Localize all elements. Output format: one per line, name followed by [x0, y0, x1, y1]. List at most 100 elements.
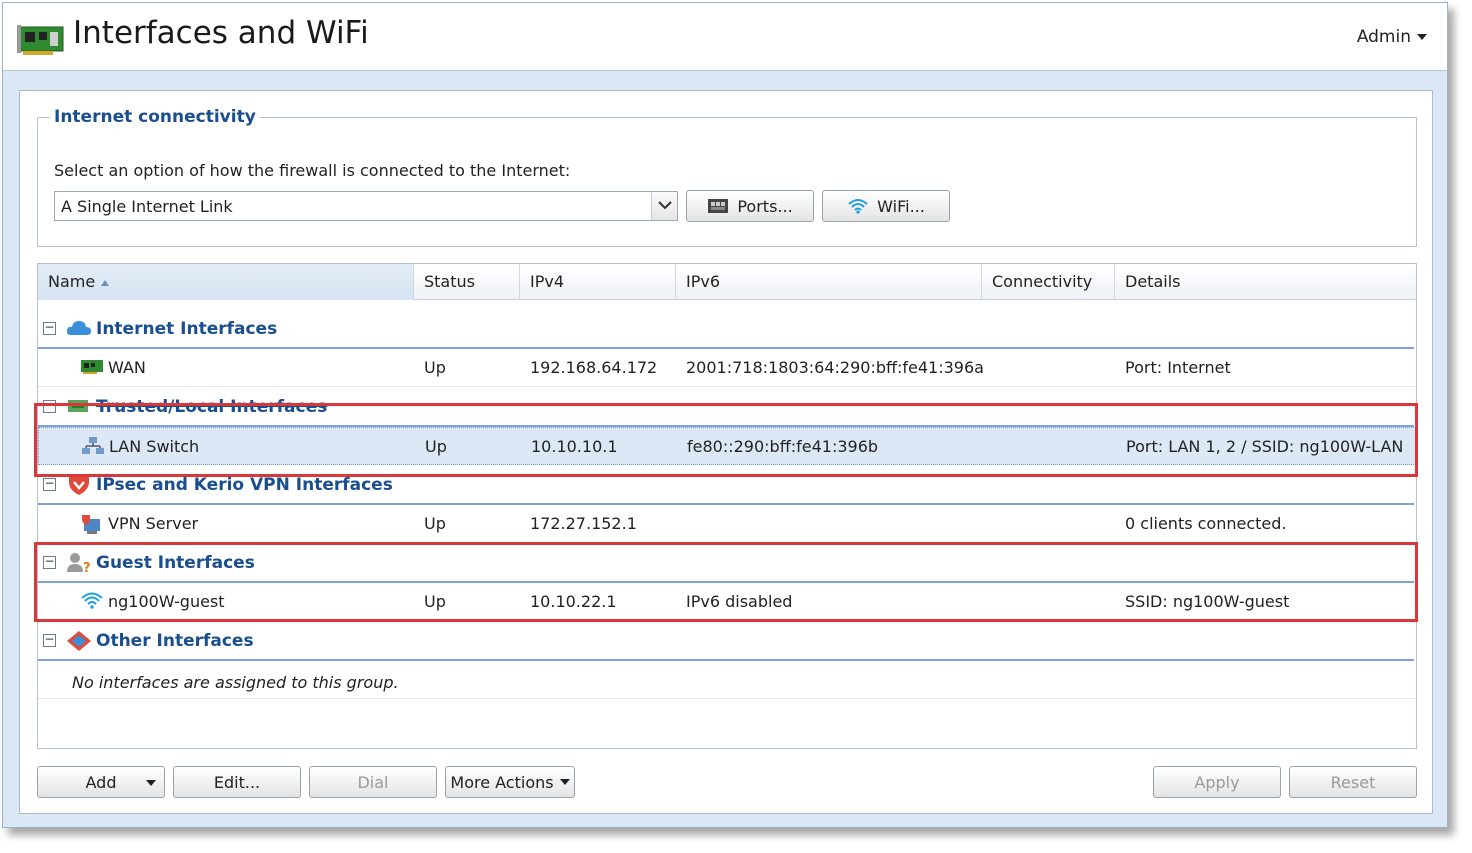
table-row[interactable]: LAN Switch Up 10.10.10.1 fe80::290:bff:f… [38, 427, 1416, 465]
interface-status: Up [424, 592, 446, 611]
cloud-icon [66, 321, 91, 335]
column-header-name[interactable]: Name [38, 264, 414, 300]
apply-button-label: Apply [1194, 772, 1240, 792]
interface-details: SSID: ng100W-guest [1125, 592, 1290, 611]
wifi-icon [81, 592, 103, 609]
interface-details: Port: LAN 1, 2 / SSID: ng100W-LAN [1126, 437, 1404, 456]
network-card-icon [17, 25, 64, 55]
column-header-details[interactable]: Details [1115, 264, 1416, 300]
group-guest-interfaces[interactable]: − ? Guest Interfaces [38, 543, 1416, 583]
interface-ipv6: 2001:718:1803:64:290:bff:fe41:396a [686, 358, 984, 377]
vpn-server-icon [82, 515, 100, 534]
reset-button-label: Reset [1330, 772, 1376, 792]
interface-ipv4: 192.168.64.172 [530, 358, 658, 377]
connectivity-mode-select[interactable]: A Single Internet Link [54, 191, 678, 221]
ports-button-label: Ports... [737, 196, 793, 216]
interface-details: 0 clients connected. [1125, 514, 1287, 533]
group-trusted-local-interfaces[interactable]: − Trusted/Local Interfaces [38, 387, 1416, 427]
column-details-label: Details [1125, 272, 1181, 291]
page-title: Interfaces and WiFi [73, 15, 369, 51]
group-other-interfaces[interactable]: − Other Interfaces [38, 621, 1416, 661]
reset-button[interactable]: Reset [1289, 766, 1417, 798]
collapse-icon[interactable]: − [43, 321, 56, 335]
vpn-shield-icon [69, 476, 89, 495]
group-vpn-interfaces[interactable]: − IPsec and Kerio VPN Interfaces [38, 465, 1416, 505]
more-actions-label: More Actions [450, 772, 554, 792]
column-status-label: Status [424, 272, 475, 291]
interface-status: Up [424, 514, 446, 533]
table-row[interactable]: VPN Server Up 172.27.152.1 0 clients con… [38, 505, 1416, 543]
column-connectivity-label: Connectivity [992, 272, 1093, 291]
network-card-icon [81, 360, 103, 374]
wifi-button[interactable]: WiFi... [822, 190, 950, 222]
collapse-icon[interactable]: − [43, 399, 56, 413]
interface-ipv6: IPv6 disabled [686, 592, 793, 611]
collapse-icon[interactable]: − [43, 633, 56, 647]
interface-name: LAN Switch [109, 437, 200, 456]
collapse-icon[interactable]: − [43, 477, 56, 491]
add-button[interactable]: Add [37, 766, 165, 798]
interfaces-window: Interfaces and WiFi Admin Internet conne… [2, 2, 1448, 828]
chevron-down-icon [658, 201, 672, 210]
sort-ascending-icon [101, 279, 110, 286]
column-header-ipv4[interactable]: IPv4 [520, 264, 676, 300]
switch-icon [82, 437, 104, 454]
column-name-label: Name [48, 272, 96, 291]
main-panel: Internet connectivity Select an option o… [19, 90, 1433, 814]
empty-group-message: No interfaces are assigned to this group… [72, 673, 399, 692]
column-header-status[interactable]: Status [414, 264, 520, 300]
admin-user-label: Admin [1356, 27, 1411, 47]
page-header: Interfaces and WiFi Admin [3, 3, 1447, 71]
interface-name: VPN Server [108, 514, 199, 533]
more-actions-button[interactable]: More Actions [445, 766, 575, 798]
interfaces-grid: Name Status IPv4 IPv6 Connectivity Detai… [37, 263, 1417, 749]
dropdown-arrow[interactable] [651, 192, 677, 220]
group-internet-interfaces[interactable]: − Internet Interfaces [38, 309, 1416, 349]
connectivity-prompt: Select an option of how the firewall is … [54, 161, 571, 180]
chevron-down-icon[interactable] [146, 780, 156, 786]
ports-button[interactable]: Ports... [686, 190, 814, 222]
column-header-connectivity[interactable]: Connectivity [982, 264, 1115, 300]
connectivity-mode-value: A Single Internet Link [61, 197, 233, 216]
wifi-icon [847, 198, 869, 214]
column-ipv6-label: IPv6 [686, 272, 721, 291]
group-title: Internet Interfaces [96, 319, 278, 339]
other-interfaces-icon [67, 631, 91, 651]
interface-ipv4: 10.10.22.1 [530, 592, 617, 611]
group-title: Guest Interfaces [96, 553, 255, 573]
group-title: Trusted/Local Interfaces [96, 397, 328, 417]
column-ipv4-label: IPv4 [530, 272, 565, 291]
interface-ipv4: 10.10.10.1 [531, 437, 618, 456]
internet-connectivity-section: Internet connectivity Select an option o… [37, 107, 1417, 247]
edit-button[interactable]: Edit... [173, 766, 301, 798]
apply-button[interactable]: Apply [1153, 766, 1281, 798]
collapse-icon[interactable]: − [43, 555, 56, 569]
interface-details: Port: Internet [1125, 358, 1231, 377]
dial-button-label: Dial [357, 772, 389, 792]
table-row[interactable]: WAN Up 192.168.64.172 2001:718:1803:64:2… [38, 349, 1416, 387]
empty-group-row: No interfaces are assigned to this group… [38, 661, 1416, 699]
chevron-down-icon [1417, 34, 1427, 40]
add-button-label: Add [85, 772, 117, 792]
interface-status: Up [425, 437, 447, 456]
dial-button[interactable]: Dial [309, 766, 437, 798]
interface-ipv4: 172.27.152.1 [530, 514, 637, 533]
table-row[interactable]: ng100W-guest Up 10.10.22.1 IPv6 disabled… [38, 583, 1416, 621]
grid-header: Name Status IPv4 IPv6 Connectivity Detai… [38, 264, 1416, 300]
group-title: IPsec and Kerio VPN Interfaces [96, 475, 393, 495]
ports-icon [707, 198, 729, 214]
guest-user-icon: ? [67, 553, 91, 574]
internet-connectivity-legend: Internet connectivity [54, 107, 256, 127]
interface-name: ng100W-guest [108, 592, 225, 611]
trusted-network-icon [68, 400, 88, 412]
interface-name: WAN [108, 358, 146, 377]
chevron-down-icon [559, 779, 570, 785]
wifi-button-label: WiFi... [877, 196, 925, 216]
svg-text:?: ? [83, 561, 91, 574]
column-header-ipv6[interactable]: IPv6 [676, 264, 982, 300]
interface-ipv6: fe80::290:bff:fe41:396b [687, 437, 879, 456]
interface-status: Up [424, 358, 446, 377]
group-title: Other Interfaces [96, 631, 254, 651]
admin-user-menu[interactable]: Admin [1357, 27, 1427, 47]
edit-button-label: Edit... [213, 772, 261, 792]
